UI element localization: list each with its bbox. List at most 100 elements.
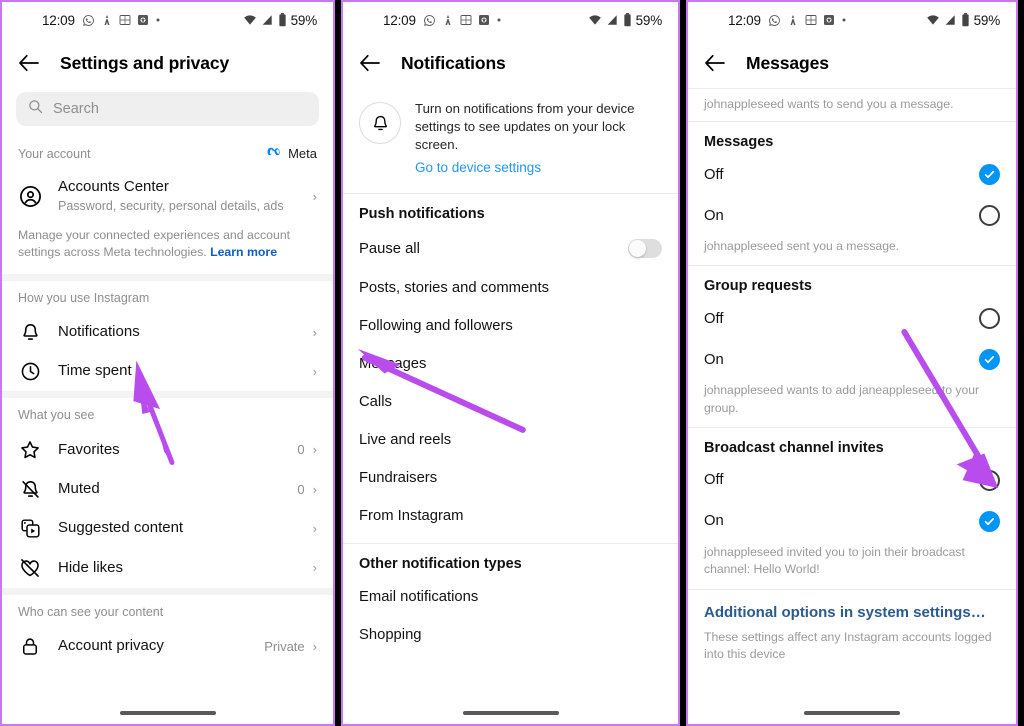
row-label: From Instagram [359,508,464,525]
meta-logo-icon [267,146,284,161]
home-indicator[interactable] [2,711,333,715]
learn-more-link[interactable]: Learn more [210,245,277,259]
banner-text: Turn on notifications from your device s… [415,101,635,153]
row-label: Posts, stories and comments [359,280,549,297]
section-label-how-you-use: How you use Instagram [2,281,333,313]
radio-unselected-icon[interactable] [979,205,1000,226]
meta-badge-label: Meta [288,146,317,161]
phone-panel-settings: 12:09 59% Settings and privacy Search Yo… [0,0,335,726]
wifi-icon [588,14,602,26]
app-icon [442,14,454,26]
search-input[interactable]: Search [16,92,319,126]
row-title: Hide likes [58,558,124,576]
status-bar-time: 12:09 [728,12,761,28]
broadcast-option-on[interactable]: On [688,501,1016,542]
arrow-left-icon [360,54,380,72]
settings-row-muted[interactable]: Muted 0 › [2,470,333,509]
additional-options-system-settings-link[interactable]: Additional options in system settings… [688,590,1016,629]
battery-icon [961,13,970,27]
chevron-right-icon: › [312,560,317,576]
device-settings-banner: Turn on notifications from your device s… [343,88,678,193]
battery-icon [278,13,287,27]
chevron-right-icon: › [312,363,317,379]
row-value: 0 [297,481,305,497]
radio-unselected-icon[interactable] [979,308,1000,330]
row-title: Time spent [58,362,132,380]
option-label: On [704,207,724,224]
signal-icon [944,14,957,26]
back-button[interactable] [702,50,728,76]
group-requests-option-on[interactable]: On [688,339,1016,380]
search-container: Search [2,88,333,136]
group-title-group-requests: Group requests [704,278,812,295]
home-indicator[interactable] [343,711,678,715]
suggested-content-icon [18,518,42,539]
notif-row-from-instagram[interactable]: From Instagram [343,497,678,535]
settings-row-suggested-content[interactable]: Suggested content › [2,509,333,548]
section-label-what-you-see: What you see [2,398,333,430]
messages-option-off[interactable]: Off [688,154,1016,195]
photo-app-icon [805,14,817,26]
group-requests-option-off[interactable]: Off [688,298,1016,339]
notif-row-shopping[interactable]: Shopping [343,616,678,654]
whatsapp-icon [82,14,95,27]
broadcast-option-off[interactable]: Off [688,460,1016,501]
toggle-knob [629,240,646,258]
settings-row-account-privacy[interactable]: Account privacy Private › [2,627,333,666]
section-divider [2,390,333,398]
go-to-device-settings-link[interactable]: Go to device settings [415,159,662,178]
status-bar-2: 12:09 59% [343,2,678,38]
back-button[interactable] [357,50,383,76]
back-button[interactable] [16,50,42,76]
photo-app-icon [119,14,131,26]
section-label-your-account: Your account Meta [2,136,333,169]
radio-selected-icon[interactable] [979,349,1000,371]
messages-group-note: johnappleseed sent you a message. [704,239,900,253]
photo-app-icon [460,14,472,26]
option-label: On [704,351,724,368]
notif-row-fundraisers[interactable]: Fundraisers [343,459,678,497]
signal-icon [606,14,619,26]
notif-row-messages[interactable]: Messages [343,345,678,383]
messages-option-on[interactable]: On [688,195,1016,236]
section-divider [2,273,333,281]
settings-row-time-spent[interactable]: Time spent › [2,352,333,391]
row-label: Calls [359,394,392,411]
settings-row-favorites[interactable]: Favorites 0 › [2,430,333,470]
row-label: Shopping [359,627,422,644]
notif-row-following-and-followers[interactable]: Following and followers [343,307,678,345]
radio-unselected-icon[interactable] [979,469,1000,491]
row-label: Email notifications [359,589,479,606]
clock-icon [18,361,42,382]
battery-percent: 59% [973,12,1001,28]
messages-top-note: johnappleseed wants to send you a messag… [704,97,954,111]
settings-row-notifications[interactable]: Notifications › [2,313,333,352]
pause-all-toggle[interactable] [628,239,662,259]
option-label: Off [704,472,724,489]
notif-row-live-and-reels[interactable]: Live and reels [343,421,678,459]
battery-percent: 59% [635,12,663,28]
dot-icon [155,17,161,23]
settings-row-accounts-center[interactable]: Accounts Center Password, security, pers… [2,169,333,223]
app-bar-notifications: Notifications [343,38,678,88]
system-settings-note: These settings affect any Instagram acco… [704,629,992,662]
notif-row-posts-stories-comments[interactable]: Posts, stories and comments [343,269,678,307]
signal-icon [261,14,274,26]
group-heading-other-notification-types: Other notification types [359,556,522,573]
check-icon [984,517,995,526]
notif-row-calls[interactable]: Calls [343,383,678,421]
radio-selected-icon[interactable] [979,510,1000,532]
home-indicator[interactable] [688,711,1016,715]
status-bar-3: 12:09 59% [688,2,1016,38]
arrow-left-icon [19,54,39,72]
status-bar-time: 12:09 [383,12,416,28]
notif-row-email-notifications[interactable]: Email notifications [343,578,678,616]
settings-row-hide-likes[interactable]: Hide likes › [2,548,333,588]
notif-row-pause-all[interactable]: Pause all [343,228,678,269]
arrow-left-icon [705,54,725,72]
chevron-right-icon: › [312,188,317,204]
option-label: On [704,513,724,530]
row-subtitle: Password, security, personal details, ad… [58,198,284,213]
page-title: Notifications [401,52,506,73]
radio-selected-icon[interactable] [979,164,1000,185]
